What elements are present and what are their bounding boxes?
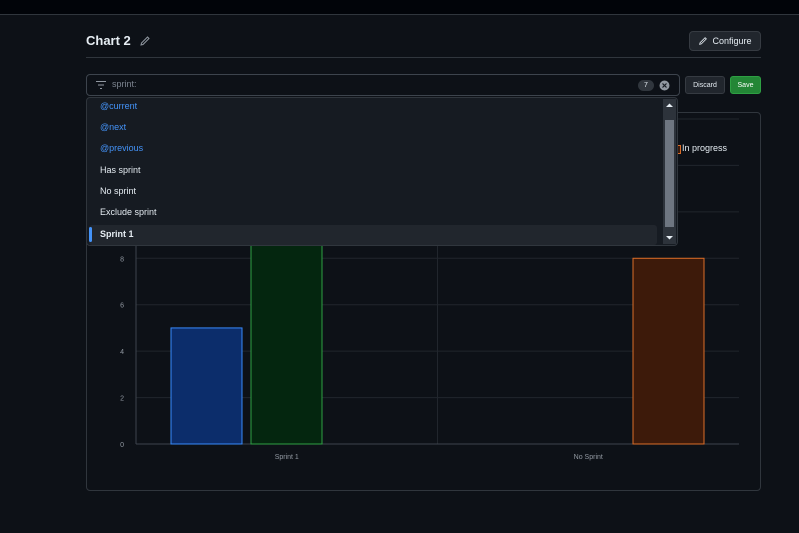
y-tick-label: 4 — [120, 349, 124, 356]
save-button[interactable]: Save — [730, 76, 761, 94]
top-bar — [0, 0, 799, 15]
pencil-icon[interactable] — [139, 35, 151, 47]
discard-button[interactable]: Discard — [685, 76, 725, 94]
filter-query: sprint: — [112, 79, 137, 89]
x-tick-label: No Sprint — [574, 454, 603, 461]
pencil-icon — [699, 37, 708, 45]
configure-button[interactable]: Configure — [689, 31, 761, 51]
suggestion-current[interactable]: @current — [100, 99, 137, 113]
dropdown-scrollbar[interactable] — [663, 99, 676, 244]
suggestion-previous[interactable]: @previous — [100, 141, 143, 155]
filter-input[interactable]: sprint: 7 — [86, 74, 680, 96]
suggestion-no-sprint[interactable]: No sprint — [100, 184, 136, 198]
configure-label: Configure — [712, 36, 752, 46]
suggestion-sprint-1[interactable]: Sprint 1 — [100, 227, 134, 241]
legend-item-in-progress[interactable]: In progress — [682, 143, 727, 153]
selected-item-indicator — [89, 227, 92, 242]
x-tick-label: Sprint 1 — [275, 454, 299, 461]
scrollbar-thumb[interactable] — [665, 120, 674, 227]
bar — [170, 327, 243, 445]
y-tick-label: 2 — [120, 396, 124, 403]
y-tick-label: 8 — [120, 256, 124, 263]
sprint-suggestions-dropdown: @current @next @previous Has sprint No s… — [86, 97, 678, 246]
selected-item-highlight — [89, 225, 657, 245]
clear-filter-icon[interactable] — [659, 80, 670, 91]
chart-header: Chart 2 Configure — [86, 27, 761, 58]
result-count-badge: 7 — [638, 80, 654, 91]
bar — [632, 257, 705, 445]
y-tick-label: 0 — [120, 442, 124, 449]
suggestion-has-sprint[interactable]: Has sprint — [100, 163, 141, 177]
filter-icon — [96, 81, 106, 89]
suggestion-exclude-sprint[interactable]: Exclude sprint — [100, 205, 157, 219]
scroll-up-arrow-icon[interactable] — [663, 99, 676, 112]
suggestion-next[interactable]: @next — [100, 120, 126, 134]
page-title: Chart 2 — [86, 33, 131, 48]
scroll-down-arrow-icon[interactable] — [663, 231, 676, 244]
y-tick-label: 6 — [120, 303, 124, 310]
